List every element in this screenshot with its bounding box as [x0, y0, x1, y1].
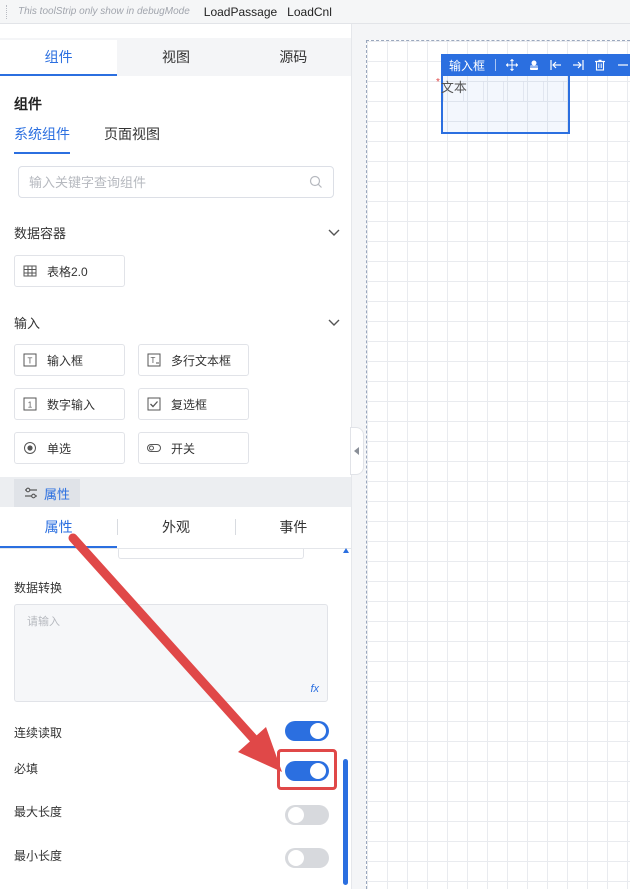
chevron-down-icon[interactable] [328, 319, 340, 327]
component-item-text-input[interactable]: T 输入框 [14, 344, 125, 376]
component-item-radio[interactable]: 单选 [14, 432, 125, 464]
required-mark: * [436, 77, 440, 88]
component-label: 数字输入 [47, 397, 96, 412]
data-transform-textarea[interactable]: 请输入 fx [14, 604, 328, 702]
tab-appearance[interactable]: 外观 [117, 509, 234, 548]
debug-toolstrip: This toolStrip only show in debugMode Lo… [0, 0, 630, 24]
properties-header-label: 属性 [44, 486, 71, 502]
component-label: 复选框 [171, 397, 208, 412]
component-label: 输入框 [47, 353, 84, 368]
fx-icon[interactable]: fx [310, 683, 319, 695]
component-label: 单选 [47, 441, 72, 456]
design-canvas[interactable] [366, 40, 630, 889]
tab-events[interactable]: 事件 [234, 509, 351, 548]
copy-icon[interactable] [528, 59, 540, 71]
properties-scrollbar-thumb[interactable] [343, 759, 348, 885]
caret-left-icon [354, 447, 359, 455]
group-title: 数据容器 [14, 226, 67, 241]
canvas-top-margin [352, 24, 630, 40]
data-transform-label: 数据转换 [14, 581, 63, 595]
top-tabs: 组件 视图 源码 [0, 38, 351, 76]
tab-source[interactable]: 源码 [235, 40, 351, 76]
tab-components[interactable]: 组件 [0, 40, 118, 76]
svg-text:1: 1 [28, 401, 33, 410]
component-item-switch[interactable]: 开关 [138, 432, 249, 464]
component-item-checkbox[interactable]: 复选框 [138, 388, 249, 420]
group-header-input[interactable]: 输入 [14, 313, 340, 332]
min-length-label: 最小长度 [14, 849, 63, 863]
arrow-icon[interactable] [616, 59, 629, 71]
toolstrip-grip [6, 4, 10, 19]
components-title: 组件 [14, 96, 42, 112]
input-field-label-text: 文本 [440, 80, 467, 95]
component-label: 开关 [171, 441, 196, 456]
component-search[interactable] [18, 166, 334, 198]
component-label: 表格2.0 [47, 264, 88, 279]
switch-knob [288, 807, 304, 823]
max-length-label: 最大长度 [14, 805, 63, 819]
component-item-textarea[interactable]: T 多行文本框 [138, 344, 249, 376]
switch-knob [288, 850, 304, 866]
component-item-table[interactable]: 表格2.0 [14, 255, 125, 287]
input-field-label: *文本 [436, 77, 467, 96]
subtab-page-view[interactable]: 页面视图 [104, 124, 160, 154]
search-input[interactable] [29, 174, 309, 190]
table-icon [23, 265, 37, 277]
switch-knob [310, 723, 326, 739]
radio-icon [24, 442, 36, 454]
group-header-data-container[interactable]: 数据容器 [14, 223, 340, 242]
property-tabs: 属性 外观 事件 [0, 509, 351, 549]
group-title: 输入 [14, 316, 41, 331]
textarea-icon: T [147, 353, 161, 367]
svg-text:T: T [28, 357, 33, 366]
search-icon[interactable] [309, 175, 323, 189]
toolstrip-note: This toolStrip only show in debugMode [18, 6, 190, 17]
move-icon[interactable] [506, 59, 519, 71]
component-item-number-input[interactable]: 1 数字输入 [14, 388, 125, 420]
clipped-select-field[interactable] [118, 549, 304, 559]
tab-view[interactable]: 视图 [117, 40, 234, 76]
textarea-placeholder: 请输入 [27, 616, 60, 628]
component-toolbar: 输入框 [441, 54, 630, 76]
continuous-read-label: 连续读取 [14, 726, 63, 740]
component-label: 多行文本框 [171, 353, 232, 368]
max-length-switch[interactable] [285, 805, 329, 825]
align-right-icon[interactable] [572, 59, 584, 71]
tab-properties[interactable]: 属性 [0, 509, 118, 548]
text-input-icon: T [23, 353, 37, 367]
scroll-up-arrow-icon[interactable] [343, 548, 349, 553]
properties-header-bar: 属性 [0, 477, 351, 507]
checkbox-icon [147, 397, 161, 411]
component-toolbar-label: 输入框 [449, 58, 486, 73]
subtab-system-components[interactable]: 系统组件 [14, 124, 70, 154]
chevron-down-icon[interactable] [328, 229, 340, 237]
continuous-read-switch[interactable] [285, 721, 329, 741]
panel-collapse-handle[interactable] [350, 427, 364, 475]
align-left-icon[interactable] [550, 59, 562, 71]
left-panel: 组件 视图 源码 组件 系统组件 页面视图 数据容器 表格2.0 输入 T 输入… [0, 24, 352, 889]
delete-icon[interactable] [594, 59, 606, 71]
svg-text:T: T [151, 356, 156, 365]
toolbar-divider [495, 59, 497, 71]
number-input-icon: 1 [23, 397, 37, 411]
properties-toggle[interactable]: 属性 [14, 479, 81, 507]
required-switch-highlight [277, 749, 337, 790]
load-cnl-button[interactable]: LoadCnl [287, 5, 332, 19]
min-length-switch[interactable] [285, 848, 329, 868]
load-passage-button[interactable]: LoadPassage [204, 5, 277, 19]
sliders-icon [25, 487, 37, 499]
switch-icon [147, 444, 161, 452]
component-subtabs: 系统组件 页面视图 [14, 124, 160, 154]
required-label: 必填 [14, 762, 39, 776]
